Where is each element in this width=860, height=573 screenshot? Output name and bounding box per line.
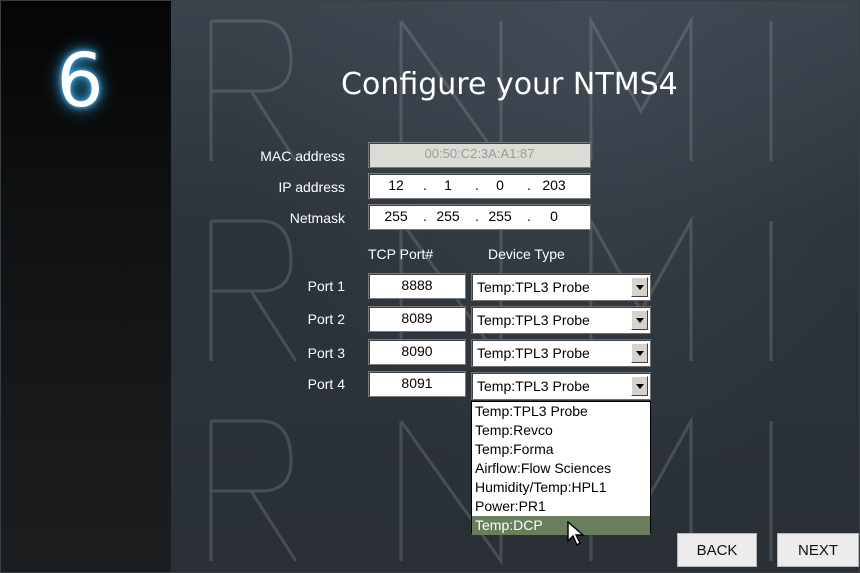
dropdown-option[interactable]: Temp:Revco [472,421,650,440]
port-4-device-select[interactable]: Temp:TPL3 Probe [471,372,651,400]
port-4-tcp-input[interactable]: 8091 [368,371,466,397]
chevron-down-icon[interactable] [631,343,648,363]
mac-address-field: 00:50:C2:3A:A1:87 [368,142,591,168]
chevron-down-icon[interactable] [631,310,648,330]
port-1-device-value: Temp:TPL3 Probe [477,279,590,295]
dropdown-option[interactable]: Power:PR1 [472,497,650,516]
dropdown-option[interactable]: Airflow:Flow Sciences [472,459,650,478]
dropdown-option[interactable]: Humidity/Temp:HPL1 [472,478,650,497]
ip-octet-4[interactable]: 203 [537,174,571,196]
netmask-field[interactable]: 255 . 255 . 255 . 0 [368,204,591,230]
next-button[interactable]: NEXT [777,533,859,567]
port-4-device-value: Temp:TPL3 Probe [477,378,590,394]
port-2-device-value: Temp:TPL3 Probe [477,312,590,328]
mouse-pointer-icon [567,521,585,547]
ip-address-label: IP address [278,179,345,195]
ip-dot-separator: . [527,177,531,193]
chevron-down-icon[interactable] [631,376,648,396]
ip-dot-separator: . [423,177,427,193]
page-title: Configure your NTMS4 [341,67,678,102]
port-2-device-select[interactable]: Temp:TPL3 Probe [471,306,651,334]
netmask-dot-separator: . [423,208,427,224]
back-button[interactable]: BACK [677,533,757,567]
port-3-device-value: Temp:TPL3 Probe [477,345,590,361]
ip-octet-1[interactable]: 12 [379,174,413,196]
ip-octet-2[interactable]: 1 [431,174,465,196]
netmask-octet-1[interactable]: 255 [379,205,413,227]
device-type-dropdown-list: Temp:TPL3 Probe Temp:Revco Temp:Forma Ai… [471,401,651,535]
step-number: 6 [56,38,104,124]
port-1-label: Port 1 [307,278,345,294]
port-3-device-select[interactable]: Temp:TPL3 Probe [471,339,651,367]
ip-address-field[interactable]: 12 . 1 . 0 . 203 [368,173,591,199]
installer-window: 6 Configure your NTMS4 MAC address 00:50… [0,0,860,573]
port-2-label: Port 2 [307,311,345,327]
port-4-label: Port 4 [307,376,345,392]
netmask-octet-4[interactable]: 0 [537,205,571,227]
ip-octet-3[interactable]: 0 [483,174,517,196]
dropdown-option[interactable]: Temp:TPL3 Probe [472,402,650,421]
netmask-octet-2[interactable]: 255 [431,205,465,227]
netmask-octet-3[interactable]: 255 [483,205,517,227]
device-type-header: Device Type [488,246,565,262]
netmask-label: Netmask [289,210,345,226]
ip-dot-separator: . [475,177,479,193]
chevron-down-icon[interactable] [631,277,648,297]
tcp-port-header: TCP Port# [368,246,434,262]
dropdown-option-highlighted[interactable]: Temp:DCP [472,516,650,535]
dropdown-option[interactable]: Temp:Forma [472,440,650,459]
mac-address-label: MAC address [260,148,345,164]
port-3-label: Port 3 [307,345,345,361]
port-1-tcp-input[interactable]: 8888 [368,273,466,299]
netmask-dot-separator: . [527,208,531,224]
port-1-device-select[interactable]: Temp:TPL3 Probe [471,273,651,301]
port-2-tcp-input[interactable]: 8089 [368,306,466,332]
netmask-dot-separator: . [475,208,479,224]
port-3-tcp-input[interactable]: 8090 [368,339,466,365]
